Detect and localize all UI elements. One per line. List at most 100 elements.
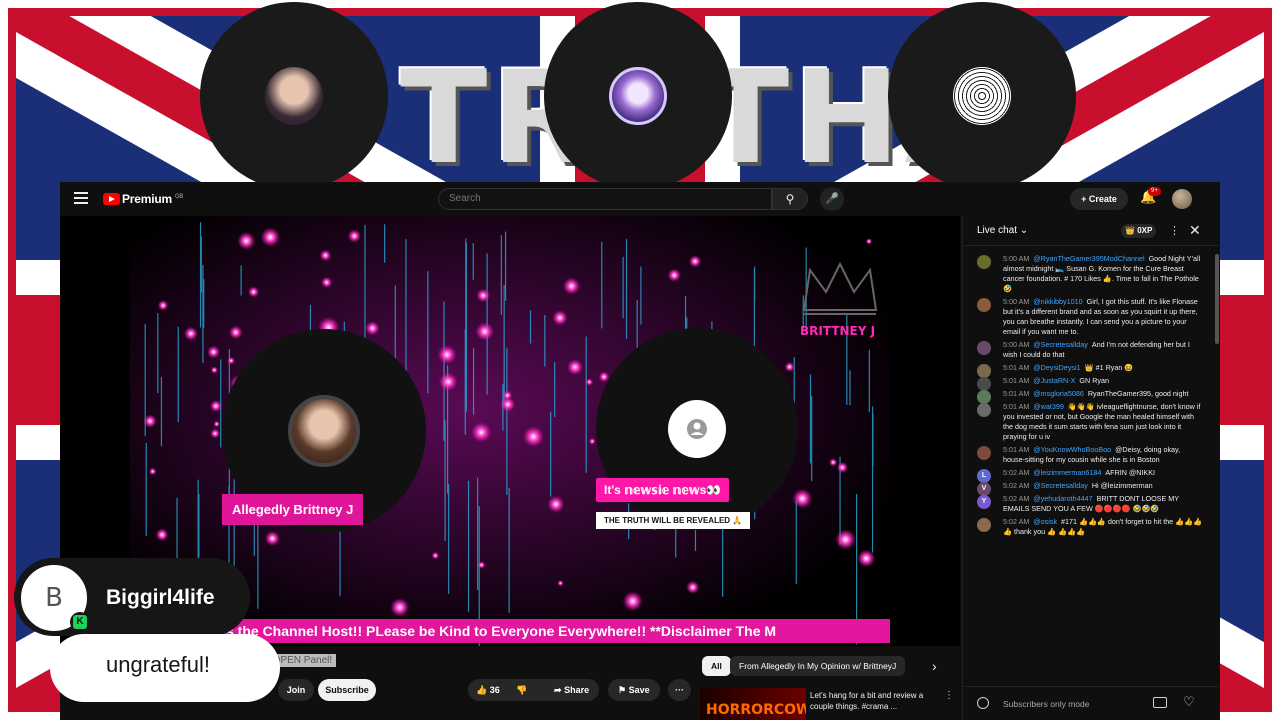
glow-particle [213, 420, 220, 428]
glow-particle [207, 345, 221, 359]
youtube-logo-icon[interactable] [103, 193, 120, 205]
chat-author[interactable]: @osisk [1033, 517, 1057, 526]
glow-particle [157, 300, 169, 311]
glow-particle [688, 255, 702, 268]
chevron-right-icon[interactable]: › [932, 658, 937, 674]
chat-avatar[interactable] [977, 403, 991, 417]
glow-particle [784, 361, 795, 372]
chat-avatar[interactable] [977, 518, 991, 532]
glow-particle [622, 591, 643, 612]
thumbnail-text: HORRORCOW [706, 702, 806, 718]
glow-particle [500, 396, 516, 412]
more-actions-button[interactable]: ··· [668, 679, 691, 701]
chat-message[interactable]: 5:02 AM @osisk #171 👍👍👍 don't forget to hi… [963, 517, 1211, 537]
chat-message[interactable]: 5:00 AM @nikkibby1010 Girl, I got this stu… [963, 297, 1211, 337]
glow-particle [557, 580, 564, 587]
chip-all[interactable]: All [702, 656, 731, 676]
chat-title-dropdown[interactable]: Live chat ⌄ [977, 225, 1028, 236]
profile-avatar[interactable] [1172, 189, 1192, 209]
chat-message[interactable]: 5:00 AM @Secretesallday And I'm not defend… [963, 340, 1211, 360]
chat-scrollbar[interactable] [1215, 254, 1219, 344]
glow-particle [792, 488, 813, 509]
chat-author[interactable]: @nikkibby1010 [1033, 297, 1082, 306]
kick-badge-icon: K [70, 612, 90, 632]
glow-particle [319, 249, 332, 262]
heart-icon[interactable]: ♡ [1183, 694, 1195, 710]
chat-message[interactable]: 5:00 AM @RyanTheGamer395ModChannel Good Ni… [963, 254, 1211, 294]
participant-circle-3 [888, 2, 1076, 190]
thumbs-down-icon[interactable]: 👎 [516, 685, 527, 695]
chat-timestamp: 5:00 AM [1003, 297, 1030, 306]
chat-author[interactable]: @Secretesallday [1033, 481, 1087, 490]
microphone-icon[interactable]: 🎤 [820, 187, 844, 211]
glow-particle [857, 549, 876, 568]
chat-text: And I'm not defending her but I wish I c… [1003, 340, 1190, 359]
super-chat-icon[interactable] [1153, 697, 1167, 708]
recommended-thumbnail[interactable]: HORRORCOW [700, 688, 806, 720]
xp-badge[interactable]: 👑 0XP [1121, 224, 1157, 238]
stream-stage: TRUTHA PremiumGB Search ⚲ 🎤 + Create 🔔 9… [0, 0, 1280, 720]
create-button[interactable]: + Create [1070, 188, 1128, 210]
glow-particle [247, 286, 260, 298]
chat-author[interactable]: @RyanTheGamer395ModChannel [1033, 254, 1144, 263]
chat-options-icon[interactable]: ⋮ [1169, 224, 1180, 237]
glow-particle [437, 345, 457, 365]
glow-particle [209, 399, 222, 413]
chat-author[interactable]: @leizimmerman6184 [1033, 468, 1101, 477]
host-avatar [288, 395, 360, 467]
join-button[interactable]: Join [278, 679, 314, 701]
participant-circle-1 [200, 2, 388, 190]
share-label: Share [564, 685, 590, 695]
glow-particle [477, 561, 486, 569]
menu-icon[interactable] [74, 192, 88, 204]
glow-particle [865, 238, 873, 245]
guest-name-tag: It's 𝕟𝕖𝕨𝕤𝕚𝕖 𝕟𝕖𝕨s👀 [596, 478, 730, 502]
chat-message[interactable]: 5:01 AM @DeysiDeysi1 👑 #1 Ryan 😆 [963, 363, 1211, 378]
close-icon[interactable]: ✕ [1189, 222, 1201, 239]
glow-particle [237, 231, 256, 250]
chat-timestamp: 5:01 AM [1003, 376, 1030, 385]
kebab-menu-icon[interactable]: ⋮ [944, 690, 954, 701]
save-button[interactable]: ⚑ Save [608, 679, 660, 701]
search-icon[interactable]: ⚲ [772, 188, 808, 210]
info-icon[interactable] [977, 697, 989, 709]
chat-message[interactable]: 5:01 AM @wat399 👋👋👋 ivleagueflightnurse, d… [963, 402, 1211, 442]
share-button[interactable]: ➦ Share [544, 679, 600, 701]
subscribe-button[interactable]: Subscribe [318, 679, 376, 701]
chat-avatar[interactable]: Y [977, 495, 991, 509]
chat-timestamp: 5:02 AM [1003, 517, 1030, 526]
youtube-brand[interactable]: Premium GB [122, 192, 183, 206]
glow-particle [143, 414, 157, 428]
chat-avatar[interactable] [977, 341, 991, 355]
chat-timestamp: 5:02 AM [1003, 481, 1030, 490]
chat-timestamp: 5:01 AM [1003, 363, 1030, 372]
chat-author[interactable]: @yehudaroth4447 [1033, 494, 1092, 503]
chip-from-channel[interactable]: From Allegedly In My Opinion w/ Brittney… [730, 656, 906, 676]
glow-particle [475, 322, 494, 341]
chat-text: RyanTheGamer395, good night [1087, 389, 1189, 398]
glow-particle [155, 528, 169, 542]
chat-author[interactable]: @YouKnowWhoBooBoo [1033, 445, 1111, 454]
chat-author[interactable]: @msgloria5086 [1033, 389, 1083, 398]
chat-message[interactable]: L 5:02 AM @leizimmerman6184 AFRIN @NIKKI [963, 468, 1211, 483]
chat-message-list[interactable]: 5:00 AM @RyanTheGamer395ModChannel Good Ni… [963, 254, 1211, 686]
chat-message[interactable]: Y 5:02 AM @yehudaroth4447 BRITT DONT LOOSE … [963, 494, 1211, 514]
chat-text: AFRIN @NIKKI [1105, 468, 1156, 477]
chat-avatar[interactable] [977, 298, 991, 312]
search-input[interactable]: Search [438, 188, 772, 210]
chat-message[interactable]: 5:01 AM @msgloria5086 RyanTheGamer395, goo… [963, 389, 1211, 404]
chat-text: Hi @leizimmerman [1091, 481, 1153, 490]
chat-avatar[interactable] [977, 446, 991, 460]
chat-author[interactable]: @DeysiDeysi1 [1033, 363, 1080, 372]
chat-header: Live chat ⌄ 👑 0XP ⋮ ✕ [963, 216, 1219, 246]
recommended-title[interactable]: Let's hang for a bit and review a couple… [810, 690, 940, 712]
chat-message[interactable]: 5:01 AM @YouKnowWhoBooBoo @Deisy, doing ok… [963, 445, 1211, 465]
glow-particle [588, 437, 596, 445]
participant-circle-2 [544, 2, 732, 190]
chat-message[interactable]: 5:01 AM @JustaRN-X GN Ryan [963, 376, 1211, 391]
chat-author[interactable]: @wat399 [1033, 402, 1063, 411]
chat-message[interactable]: V 5:02 AM @Secretesallday Hi @leizimmerman [963, 481, 1211, 496]
chat-author[interactable]: @Secretesallday [1033, 340, 1087, 349]
chat-avatar[interactable] [977, 255, 991, 269]
chat-author[interactable]: @JustaRN-X [1033, 376, 1075, 385]
